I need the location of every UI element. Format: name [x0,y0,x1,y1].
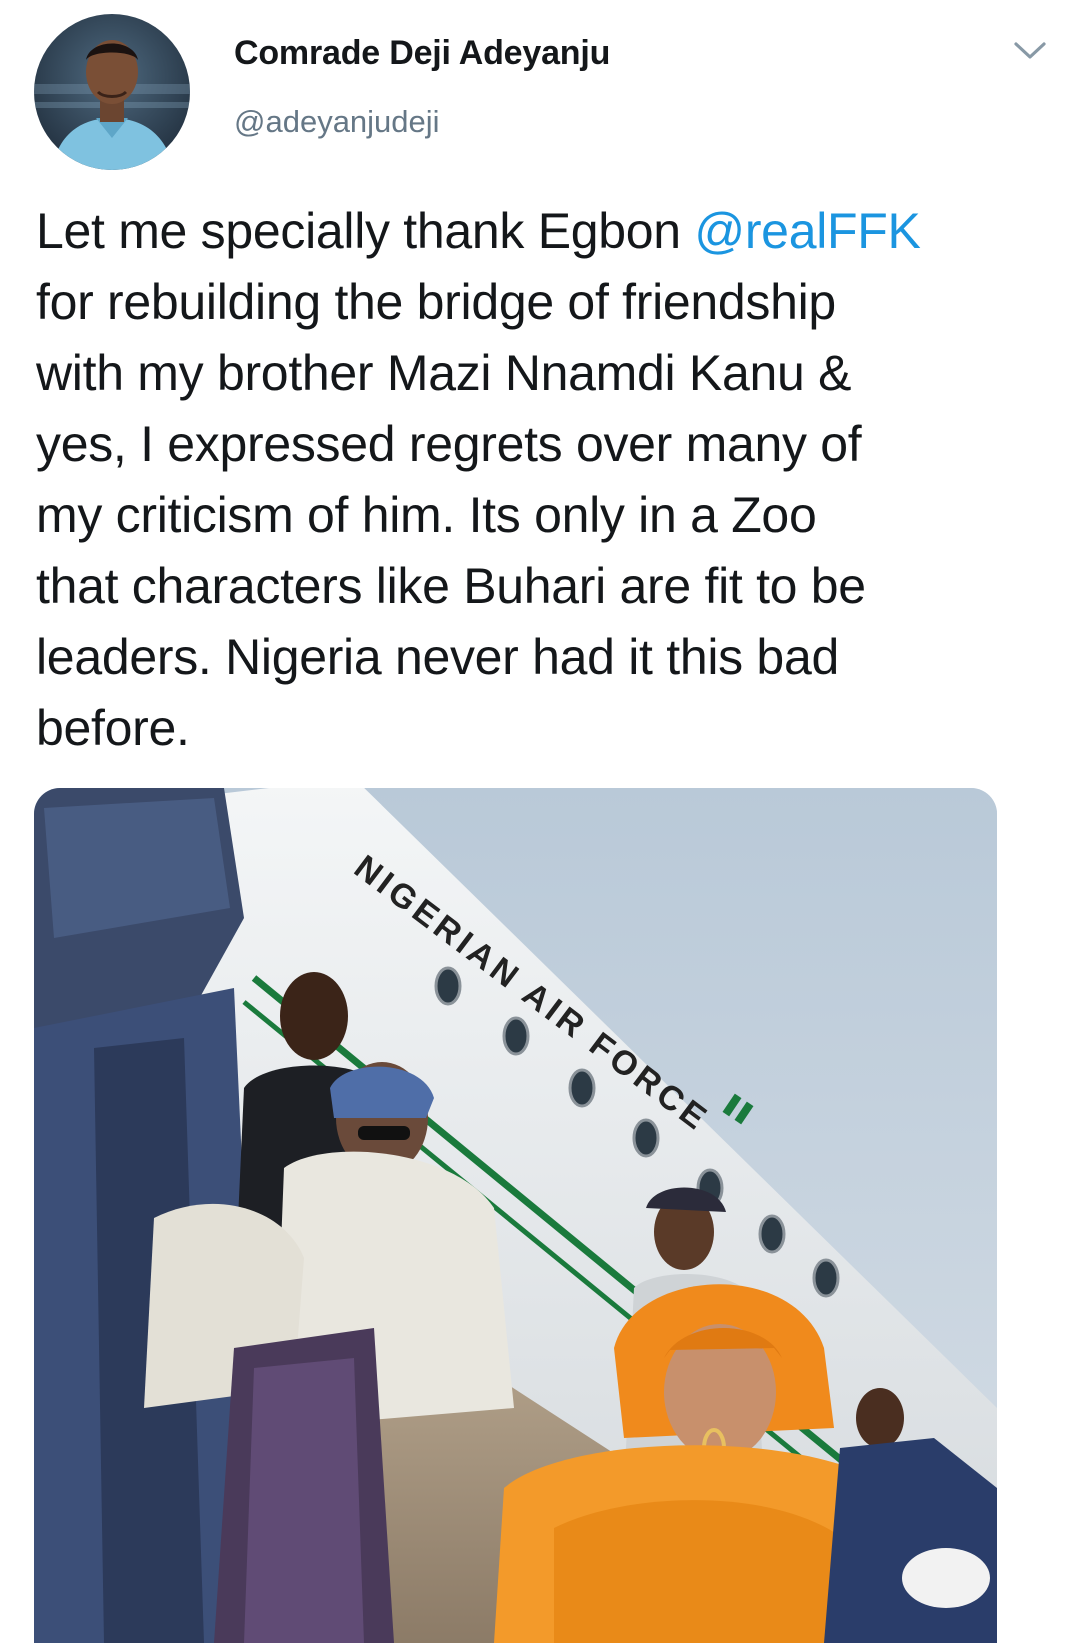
tweet: Comrade Deji Adeyanju @adeyanjudeji Let … [0,0,1080,1643]
avatar[interactable] [34,14,190,170]
tweet-text-line: for rebuilding the bridge of friendship [36,274,836,330]
chevron-down-icon[interactable] [1010,34,1050,66]
tweet-text-line: Let me specially thank Egbon @realFFK [36,196,1036,267]
tweet-text-line: yes, I expressed regrets over many of [36,416,862,472]
user-handle[interactable]: @adeyanjudeji [234,104,440,140]
display-name[interactable]: Comrade Deji Adeyanju [234,34,610,73]
tweet-text-line: before. [36,700,190,756]
tweet-text-segment: Let me specially thank Egbon [36,203,695,259]
mention-link[interactable]: @realFFK [694,203,920,259]
tweet-text-line: that characters like Buhari are fit to b… [36,558,866,614]
tweet-text-line: with my brother Mazi Nnamdi Kanu & [36,345,852,401]
photo-airport-scene: NIGERIAN AIR FORCE [34,788,997,1643]
tweet-media-photo[interactable]: NIGERIAN AIR FORCE [34,788,997,1643]
tweet-text: Let me specially thank Egbon @realFFK fo… [36,196,1036,764]
avatar-photo [34,14,190,170]
tweet-text-line: my criticism of him. Its only in a Zoo [36,487,817,543]
tweet-text-line: leaders. Nigeria never had it this bad [36,629,839,685]
